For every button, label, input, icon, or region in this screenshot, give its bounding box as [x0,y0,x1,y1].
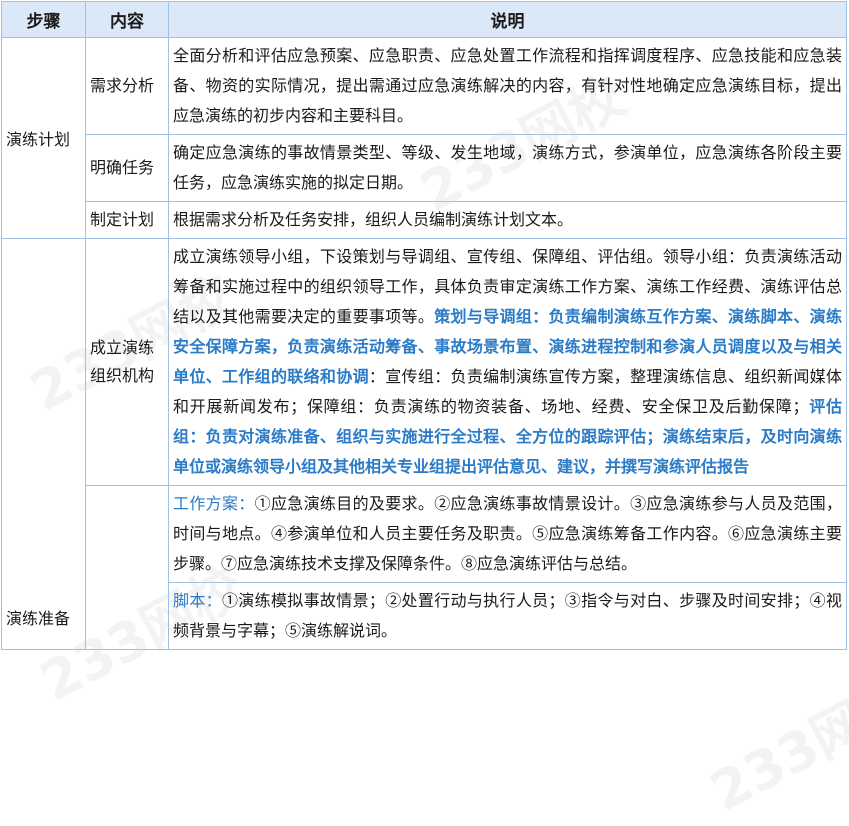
step-cell: 演练准备 [1,238,86,650]
table-row: 演练准备 成立演练组织机构 成立演练领导小组，下设策划与导调组、宣传组、保障组、… [1,238,847,650]
header-content: 内容 [85,1,169,38]
table-header-row: 步骤 内容 说明 [1,1,847,38]
content-cell: 明确任务 [85,134,169,202]
header-description: 说明 [168,1,847,38]
description-cell: 根据需求分析及任务安排，组织人员编制演练计划文本。 [168,201,847,239]
content-cell: 制定计划 [85,201,169,239]
description-text: ①应急演练目的及要求。②应急演练事故情景设计。③应急演练参与人员及范围，时间与地… [173,494,842,573]
process-table: 步骤 内容 说明 演练计划 需求分析 全面分析和评估应急预案、应急职责、应急处置… [1,1,847,650]
description-cell: 全面分析和评估应急预案、应急职责、应急处置工作流程和指挥调度程序、应急技能和应急… [168,37,847,135]
table-row: 制定计划 根据需求分析及任务安排，组织人员编制演练计划文本。 [2,201,847,239]
highlight-label: 脚本： [173,591,222,610]
description-cell: 脚本：①演练模拟事故情景；②处置行动与执行人员；③指令与对白、步骤及时间安排；④… [168,582,847,650]
description-text: ①演练模拟事故情景；②处置行动与执行人员；③指令与对白、步骤及时间安排；④视频背… [173,591,842,640]
table-row: 明确任务 确定应急演练的事故情景类型、等级、发生地域，演练方式，参演单位，应急演… [2,134,847,202]
step-cell: 演练计划 [1,37,86,239]
description-cell: 工作方案：①应急演练目的及要求。②应急演练事故情景设计。③应急演练参与人员及范围… [168,485,847,583]
description-cell: 确定应急演练的事故情景类型、等级、发生地域，演练方式，参演单位，应急演练各阶段主… [168,134,847,202]
description-cell: 成立演练领导小组，下设策划与导调组、宣传组、保障组、评估组。领导小组：负责演练活… [168,238,847,486]
highlight-label: 工作方案： [173,494,255,513]
content-cell: 成立演练组织机构 [85,238,169,486]
table-row: 演练计划 需求分析 全面分析和评估应急预案、应急职责、应急处置工作流程和指挥调度… [1,37,847,239]
header-step: 步骤 [1,1,86,38]
content-cell: 需求分析 [85,37,169,135]
table-row: 工作方案：①应急演练目的及要求。②应急演练事故情景设计。③应急演练参与人员及范围… [2,485,847,650]
watermark: 233网校 [700,664,849,824]
content-cell [85,485,169,650]
